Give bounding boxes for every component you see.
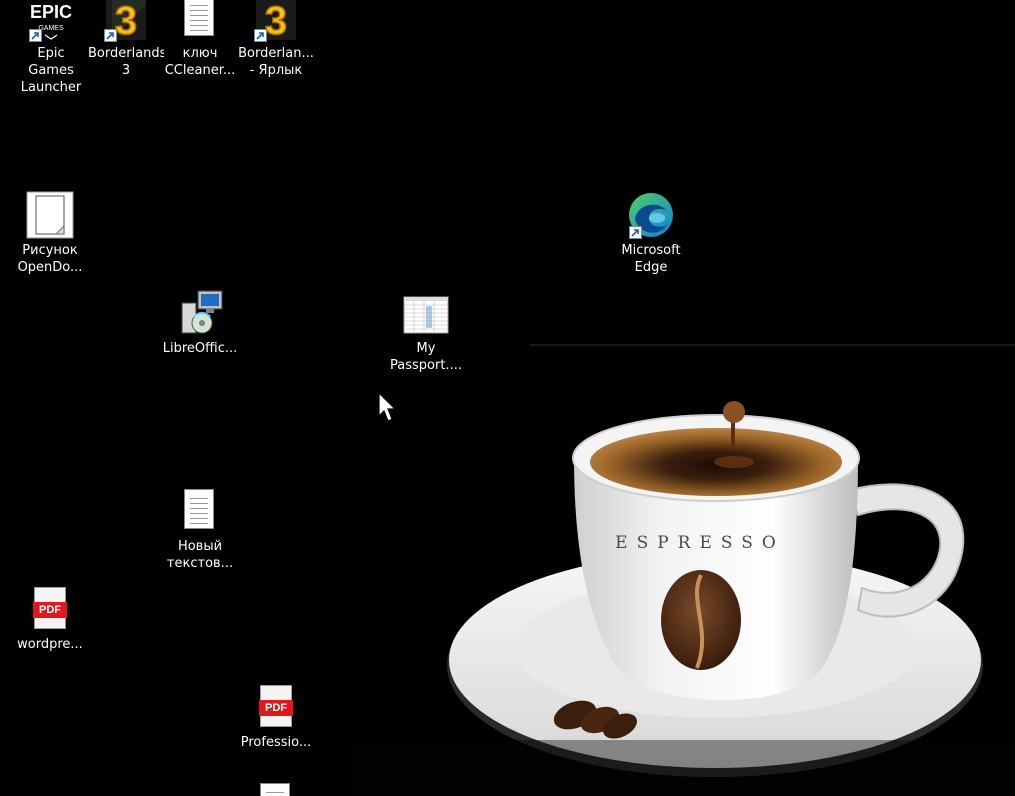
svg-text:EPIC: EPIC	[30, 2, 72, 22]
mouse-cursor-icon	[378, 392, 397, 422]
shortcut-arrow-icon	[29, 29, 42, 42]
svg-text:3: 3	[115, 0, 137, 42]
epic-games-icon: EPIC GAMES	[27, 0, 75, 42]
desktop-icon-borderlands-shortcut[interactable]: 3 Borderlan... - Ярлык	[238, 0, 314, 79]
icon-label: Borderlands 3	[88, 46, 164, 78]
desktop-icon-libreoffice-installer[interactable]: LibreOffic...	[162, 289, 238, 357]
desktop-icon-borderlands-3[interactable]: 3 Borderlands 3	[88, 0, 164, 79]
icon-label: LibreOffic...	[162, 341, 238, 356]
shortcut-arrow-icon	[104, 29, 117, 42]
desktop[interactable]: ESPRESSO EPIC GAMES Epic Games Launcher	[0, 0, 1015, 796]
text-document-icon	[176, 487, 224, 535]
shortcut-arrow-icon	[254, 29, 267, 42]
desktop-icon-ccleaner-key[interactable]: ключ CCleaner...	[162, 0, 238, 79]
icon-label: Microsoft Edge	[621, 243, 681, 275]
espresso-wallpaper: ESPRESSO	[350, 344, 1015, 796]
icon-label: Новый текстов...	[166, 539, 234, 571]
icon-label: Borderlan... - Ярлык	[238, 46, 314, 78]
installer-icon	[176, 289, 224, 337]
pdf-icon: PDF	[252, 683, 300, 731]
cup-text: ESPRESSO	[615, 533, 785, 553]
microsoft-edge-icon	[627, 191, 675, 239]
desktop-icon-opendocument-drawing[interactable]: Рисунок OpenDo...	[12, 191, 88, 276]
desktop-icon-text-document-partial[interactable]	[238, 781, 314, 796]
drawing-document-icon	[26, 191, 74, 239]
icon-label: Epic Games Launcher	[20, 46, 82, 95]
borderlands-3-icon: 3	[102, 0, 150, 44]
desktop-icon-microsoft-edge[interactable]: Microsoft Edge	[613, 191, 689, 276]
icon-label: My Passport....	[390, 341, 462, 373]
spreadsheet-thumbnail-icon	[402, 289, 450, 337]
svg-text:GAMES: GAMES	[38, 25, 64, 32]
text-document-icon	[252, 781, 300, 796]
desktop-icon-epic-games-launcher[interactable]: EPIC GAMES Epic Games Launcher	[13, 0, 89, 96]
icon-label: Professio...	[240, 735, 312, 750]
text-document-icon	[176, 0, 224, 42]
icon-label: ключ CCleaner...	[164, 46, 236, 78]
shortcut-arrow-icon	[629, 226, 642, 239]
desktop-icon-new-text-document[interactable]: Новый текстов...	[162, 487, 238, 572]
desktop-icon-my-passport[interactable]: My Passport....	[388, 289, 464, 374]
icon-label: Рисунок OpenDo...	[17, 243, 83, 275]
desktop-icon-wordpress-pdf[interactable]: PDF wordpre...	[12, 585, 88, 653]
icon-label: wordpre...	[17, 637, 83, 652]
pdf-icon: PDF	[26, 585, 74, 633]
svg-text:3: 3	[265, 0, 287, 42]
borderlands-3-icon: 3	[252, 0, 300, 44]
desktop-icon-professional-pdf[interactable]: PDF Professio...	[238, 683, 314, 751]
